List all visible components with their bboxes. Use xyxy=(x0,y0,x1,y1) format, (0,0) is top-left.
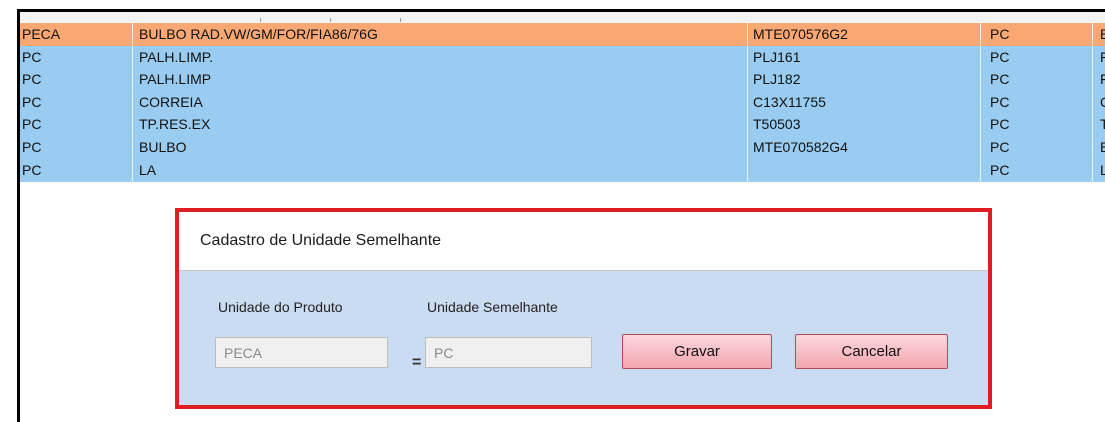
dialog-title: Cadastro de Unidade Semelhante xyxy=(200,232,442,249)
cell-similar-unit: PC xyxy=(990,48,1010,65)
cell-similar-unit: PC xyxy=(990,161,1010,178)
column-divider xyxy=(1092,113,1093,137)
cell-code: MTE070582G4 xyxy=(753,139,848,155)
cell-description: TP.RES.EX xyxy=(139,116,211,133)
cell-code: PLJ182 xyxy=(753,71,801,88)
cell-description: BULBO xyxy=(139,139,187,155)
cell-next-column: C xyxy=(1100,91,1105,114)
cell-code: MTE070576G2 xyxy=(753,26,848,42)
column-divider xyxy=(132,90,133,114)
column-divider xyxy=(980,158,981,182)
table-row-selected[interactable]: PECA BULBO RAD.VW/GM/FOR/FIA86/76G MTE0705… xyxy=(20,23,1105,46)
column-divider xyxy=(1092,136,1093,159)
cell-next-column: F xyxy=(1100,68,1105,91)
column-divider xyxy=(747,113,748,137)
column-divider xyxy=(132,113,133,137)
cell-next-column: B xyxy=(1100,23,1105,46)
cell-unit: PC xyxy=(22,93,42,110)
column-divider xyxy=(747,23,748,46)
column-divider xyxy=(132,23,133,46)
column-divider xyxy=(132,45,133,69)
column-divider xyxy=(747,136,748,159)
cell-description: PALH.LIMP. xyxy=(139,48,214,65)
column-divider xyxy=(132,158,133,182)
cell-unit: PC xyxy=(22,71,42,88)
table-row[interactable]: PC PALH.LIMP. PLJ161 PC F xyxy=(20,45,1105,69)
column-divider xyxy=(980,23,981,46)
column-divider xyxy=(747,45,748,69)
column-divider xyxy=(132,68,133,92)
cell-unit: PECA xyxy=(22,26,61,42)
column-divider xyxy=(980,90,981,114)
cell-similar-unit: PC xyxy=(990,71,1010,88)
cell-similar-unit: PC xyxy=(990,93,1010,110)
cell-similar-unit: PC xyxy=(990,26,1010,42)
column-divider xyxy=(980,136,981,159)
cell-unit: PC xyxy=(22,48,42,65)
cell-code: PLJ161 xyxy=(753,48,801,65)
cancel-button[interactable]: Cancelar xyxy=(795,334,948,369)
column-divider xyxy=(980,68,981,92)
cell-code: C13X11755 xyxy=(753,93,826,110)
cell-similar-unit: PC xyxy=(990,116,1010,133)
cell-similar-unit: PC xyxy=(990,139,1010,155)
cell-code: T50503 xyxy=(753,116,801,133)
product-unit-label: Unidade do Produto xyxy=(218,299,343,315)
save-button[interactable]: Gravar xyxy=(622,334,772,369)
dialog-title-bar: Cadastro de Unidade Semelhante xyxy=(179,212,988,271)
table-row[interactable]: PC BULBO MTE070582G4 PC B xyxy=(20,136,1105,159)
product-unit-field[interactable] xyxy=(215,337,388,368)
cell-next-column: L xyxy=(1100,159,1105,182)
column-divider xyxy=(980,113,981,137)
cell-unit: PC xyxy=(22,139,42,155)
similar-unit-field[interactable] xyxy=(425,337,592,368)
cell-description: PALH.LIMP xyxy=(139,71,212,88)
column-divider xyxy=(747,90,748,114)
cell-next-column: T xyxy=(1100,113,1105,136)
table-row[interactable]: PC PALH.LIMP PLJ182 PC F xyxy=(20,68,1105,92)
grid-header-strip xyxy=(20,12,1105,23)
table-row[interactable]: PC TP.RES.EX T50503 PC T xyxy=(20,113,1105,137)
column-divider xyxy=(1092,90,1093,114)
cell-description: BULBO RAD.VW/GM/FOR/FIA86/76G xyxy=(139,26,378,42)
column-divider xyxy=(1092,158,1093,182)
cell-next-column: B xyxy=(1100,136,1105,159)
similar-unit-dialog: Cadastro de Unidade Semelhante Unidade d… xyxy=(175,208,992,409)
cell-unit: PC xyxy=(22,116,42,133)
product-grid-window: PECA BULBO RAD.VW/GM/FOR/FIA86/76G MTE0705… xyxy=(17,9,1105,422)
equals-sign: = xyxy=(412,354,422,371)
column-divider xyxy=(980,45,981,69)
cell-description: LA xyxy=(139,161,157,178)
column-divider xyxy=(747,158,748,182)
similar-unit-label: Unidade Semelhante xyxy=(427,299,558,315)
table-row[interactable]: PC LA PC L xyxy=(20,158,1105,182)
column-divider xyxy=(747,68,748,92)
cell-next-column: F xyxy=(1100,46,1105,69)
column-divider xyxy=(1092,68,1093,92)
cell-unit: PC xyxy=(22,161,42,178)
column-divider xyxy=(1092,23,1093,46)
cell-description: CORREIA xyxy=(139,93,203,110)
column-divider xyxy=(1092,45,1093,69)
table-row[interactable]: PC CORREIA C13X11755 PC C xyxy=(20,90,1105,114)
column-divider xyxy=(132,136,133,159)
